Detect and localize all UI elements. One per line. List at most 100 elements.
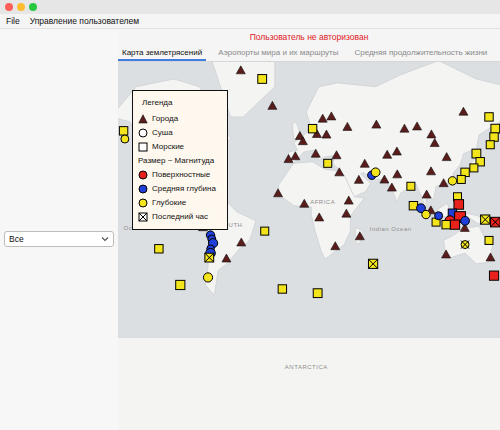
earthquake-marker [119,127,127,135]
earthquake-marker [278,285,286,293]
tab[interactable]: Средняя продолжительность жизни [350,46,491,61]
sea-quake-square [258,75,267,84]
deep-symbol-icon [138,198,148,208]
legend-item: Размер ~ Магнитуда [138,155,222,167]
earthquake-marker [490,133,498,141]
land-symbol-icon [138,128,148,138]
sea-quake-square [481,215,490,224]
city-marker [291,152,300,160]
earthquake-marker [450,220,459,229]
city-marker [413,122,422,130]
city-marker [427,130,436,138]
sea-quake-square [485,113,493,121]
earthquake-marker [442,220,450,228]
earthquake-map[interactable]: AFRICASOUTHANTARCTICAIndian OceanOcean Л… [118,62,500,430]
earthquake-marker [261,227,269,235]
sea-quake-square [324,159,332,167]
recent-cross-icon [461,241,469,249]
city-marker [383,150,392,158]
land-quake-circle [371,168,380,177]
sea-quake-square [155,245,163,253]
tab[interactable]: Карта землетрясений [118,46,206,61]
sea-quake-square [472,149,481,158]
close-button[interactable] [5,3,13,11]
earthquake-marker [176,280,185,289]
earthquake-marker [203,273,212,282]
zoom-button[interactable] [29,3,37,11]
legend-item: Последний час [138,211,222,223]
sea-quake-square [486,141,494,149]
sea-quake-square [491,217,500,227]
earthquake-marker [491,124,500,133]
landmass [118,337,500,430]
city-marker [322,130,331,138]
city-marker [342,209,351,217]
auth-status: Пользователь не авторизован [118,29,500,46]
minimize-button[interactable] [17,3,25,11]
sea-quake-square [261,227,269,235]
filter-dropdown[interactable]: Все [4,231,114,247]
sea-quake-square [407,182,415,190]
earthquake-marker [457,175,465,183]
sea-quake-square [470,164,478,172]
city-marker [439,179,448,187]
city-marker [354,175,363,183]
map-label: ANTARCTICA [285,364,328,370]
city-marker [268,101,277,109]
sea-quake-square [442,220,450,228]
menu-item[interactable]: File [6,14,20,28]
city-marker [343,122,352,130]
recent-cross-icon [481,215,490,224]
legend-label: Последний час [152,211,208,223]
menu-item[interactable]: Управление пользователем [30,14,139,28]
legend-item: Поверхностные [138,169,222,181]
legend-label: Города [152,113,178,125]
sea-quake-square [313,289,322,298]
city-marker [459,107,468,115]
sea-quake-square [490,133,498,141]
earthquake-marker [489,271,498,280]
earthquake-marker [313,289,322,298]
city-marker [327,112,336,120]
sea-symbol-icon [138,142,148,152]
sea-quake-square [489,271,498,280]
recent-cross-icon [205,253,214,262]
earthquake-marker [155,245,163,253]
earthquake-marker [470,164,478,172]
city-marker [274,189,283,197]
city-marker [360,159,369,167]
map-label: AFRICA [310,199,335,205]
city-marker [311,149,320,157]
app-window: File Управление пользователем Все Пользов… [0,0,500,430]
city-marker [237,238,246,246]
city-marker [430,139,439,147]
legend-item: Города [138,113,222,125]
land-quake-circle [461,241,469,249]
city-marker [392,147,401,155]
filter-value: Все [9,234,24,244]
land-quake-circle [448,177,456,185]
recent-cross-icon [491,217,500,227]
earthquake-marker [371,168,380,177]
earthquake-marker [454,200,464,210]
earthquake-marker [368,259,377,268]
legend-label: Глубокие [152,197,186,209]
legend-item: Глубокие [138,197,222,209]
city-marker [331,242,340,250]
city-marker [387,183,396,191]
earthquake-marker [121,135,129,143]
city-marker [400,124,409,132]
tab[interactable]: Аэропорты мира и их маршруты [214,46,342,61]
earthquake-marker [491,217,500,227]
city-marker [236,66,245,74]
city-marker [222,254,231,262]
sea-quake-square [485,236,493,244]
sea-quake-square [176,280,185,289]
landmass [279,162,365,259]
legend-item: Морские [138,141,222,153]
sea-quake-square [457,175,465,183]
map-legend: Легенда Города Суша Морские Размер ~ Маг… [132,90,228,230]
city-marker [318,114,327,122]
legend-title: Легенда [138,97,222,109]
landmass [466,213,489,224]
